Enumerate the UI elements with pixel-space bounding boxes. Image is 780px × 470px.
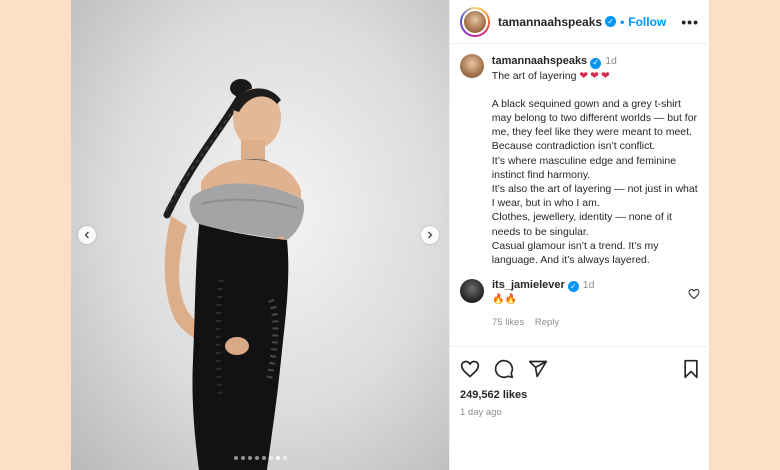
carousel-dot: [240, 456, 245, 460]
like-icon[interactable]: [460, 359, 480, 379]
author-avatar[interactable]: [460, 6, 490, 37]
comment: its_jamielever ✓ 1d 🔥🔥 75 likes Reply: [450, 267, 710, 328]
reply-button[interactable]: Reply: [535, 317, 559, 328]
carousel-dot: [247, 456, 252, 460]
comment-likes[interactable]: 75 likes: [492, 317, 524, 328]
carousel-dot: [254, 456, 259, 460]
more-options-icon[interactable]: •••: [681, 14, 699, 30]
caption-avatar[interactable]: [460, 54, 484, 78]
caption-line: Because contradiction isn’t conflict.: [491, 140, 656, 153]
previous-image-button[interactable]: [78, 226, 96, 244]
caption: tamannaahspeaks ✓ 1d The art of layering ❤…: [450, 50, 710, 267]
carousel-dot: [268, 456, 273, 460]
caption-paragraph: A black sequined gown and a grey t-shirt…: [491, 97, 698, 139]
comment-like-icon[interactable]: [688, 287, 700, 305]
verified-badge-icon: ✓: [590, 57, 602, 69]
caption-time: 1d: [605, 55, 617, 67]
commenter-avatar[interactable]: [460, 279, 484, 304]
carousel-dot: [282, 456, 287, 460]
share-icon[interactable]: [528, 359, 548, 379]
heart-emoji: ❤❤❤: [579, 69, 612, 82]
caption-line: Casual glamour isn’t a trend. It’s my la…: [491, 239, 659, 267]
carousel-indicator: [71, 456, 449, 460]
commenter-username[interactable]: its_jamielever: [492, 279, 565, 291]
carousel-dot: [233, 456, 238, 460]
follow-button[interactable]: Follow: [628, 15, 666, 29]
carousel-dot-active: [275, 456, 280, 460]
post-date: 1 day ago: [460, 407, 502, 418]
comment-text: 🔥🔥: [492, 294, 517, 306]
caption-title: The art of layering: [491, 69, 577, 82]
comments-section[interactable]: tamannaahspeaks ✓ 1d The art of layering ❤…: [450, 50, 710, 346]
caption-line: Clothes, jewellery, identity — none of i…: [491, 211, 672, 238]
verified-badge-icon: ✓: [605, 16, 617, 27]
carousel-dot: [261, 456, 266, 460]
comment-time: 1d: [582, 279, 595, 292]
likes-count[interactable]: 249,562 likes: [460, 389, 700, 401]
verified-badge-icon: ✓: [567, 281, 579, 293]
save-icon[interactable]: [682, 359, 700, 379]
chevron-right-icon: [428, 231, 433, 239]
comment-icon[interactable]: [494, 359, 514, 379]
post-media[interactable]: [71, 0, 449, 470]
instagram-post: tamannaahspeaks ✓ • Follow ••• tamannaah…: [71, 0, 710, 470]
author-username[interactable]: tamannaahspeaks: [498, 15, 602, 29]
chevron-left-icon: [84, 231, 89, 239]
post-actions: 249,562 likes 1 day ago: [450, 346, 710, 418]
post-sidebar: tamannaahspeaks ✓ • Follow ••• tamannaah…: [449, 0, 710, 470]
caption-line: It’s also the art of layering — not just…: [491, 183, 698, 210]
post-photo: [163, 79, 305, 470]
post-header: tamannaahspeaks ✓ • Follow •••: [450, 0, 709, 44]
caption-username[interactable]: tamannaahspeaks: [492, 55, 587, 67]
caption-line: It’s where masculine edge and feminine i…: [491, 154, 677, 181]
next-image-button[interactable]: [421, 226, 439, 244]
